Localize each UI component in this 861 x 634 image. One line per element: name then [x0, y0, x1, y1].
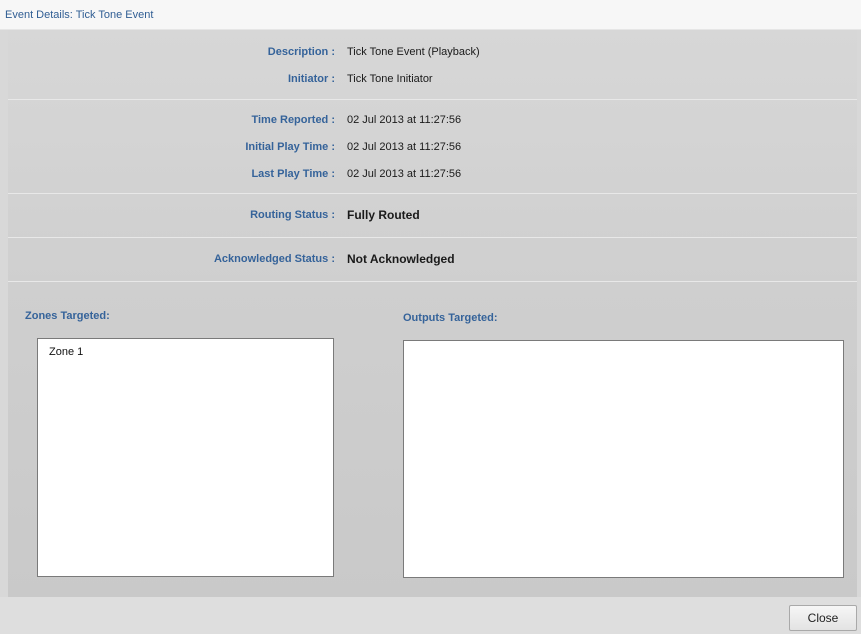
- window-title: Event Details: Tick Tone Event: [5, 9, 154, 21]
- initial-play-row: Initial Play Time : 02 Jul 2013 at 11:27…: [8, 141, 857, 157]
- divider: [8, 99, 857, 100]
- divider: [8, 281, 857, 282]
- initiator-value: Tick Tone Initiator: [347, 73, 433, 85]
- divider: [8, 193, 857, 194]
- close-button[interactable]: Close: [789, 605, 857, 631]
- outputs-targeted-label: Outputs Targeted:: [403, 312, 498, 324]
- description-row: Description : Tick Tone Event (Playback): [8, 46, 857, 62]
- initial-play-value: 02 Jul 2013 at 11:27:56: [347, 141, 462, 153]
- ack-status-value: Not Acknowledged: [347, 252, 455, 266]
- routing-status-row: Routing Status : Fully Routed: [8, 208, 857, 225]
- ack-status-label: Acknowledged Status :: [213, 253, 335, 265]
- routing-status-label: Routing Status :: [250, 209, 335, 221]
- dialog-footer: [0, 597, 861, 634]
- list-item[interactable]: Zone 1: [49, 346, 83, 358]
- window-titlebar: Event Details: Tick Tone Event: [0, 0, 861, 30]
- initiator-row: Initiator : Tick Tone Initiator: [8, 73, 857, 89]
- time-reported-value: 02 Jul 2013 at 11:27:56: [347, 114, 462, 126]
- routing-status-value: Fully Routed: [347, 208, 420, 222]
- last-play-value: 02 Jul 2013 at 11:27:56: [347, 168, 462, 180]
- initial-play-label: Initial Play Time :: [245, 141, 335, 153]
- divider: [8, 237, 857, 238]
- time-reported-label: Time Reported :: [251, 114, 335, 126]
- description-label: Description :: [267, 46, 335, 58]
- last-play-row: Last Play Time : 02 Jul 2013 at 11:27:56: [8, 168, 857, 184]
- time-reported-row: Time Reported : 02 Jul 2013 at 11:27:56: [8, 114, 857, 130]
- last-play-label: Last Play Time :: [251, 168, 335, 180]
- outputs-listbox[interactable]: [403, 340, 844, 578]
- description-value: Tick Tone Event (Playback): [347, 46, 480, 58]
- zones-listbox[interactable]: Zone 1: [37, 338, 334, 577]
- initiator-label: Initiator :: [287, 73, 335, 85]
- ack-status-row: Acknowledged Status : Not Acknowledged: [8, 252, 857, 269]
- event-details-panel: Description : Tick Tone Event (Playback)…: [8, 30, 857, 597]
- zones-targeted-label: Zones Targeted:: [25, 310, 110, 322]
